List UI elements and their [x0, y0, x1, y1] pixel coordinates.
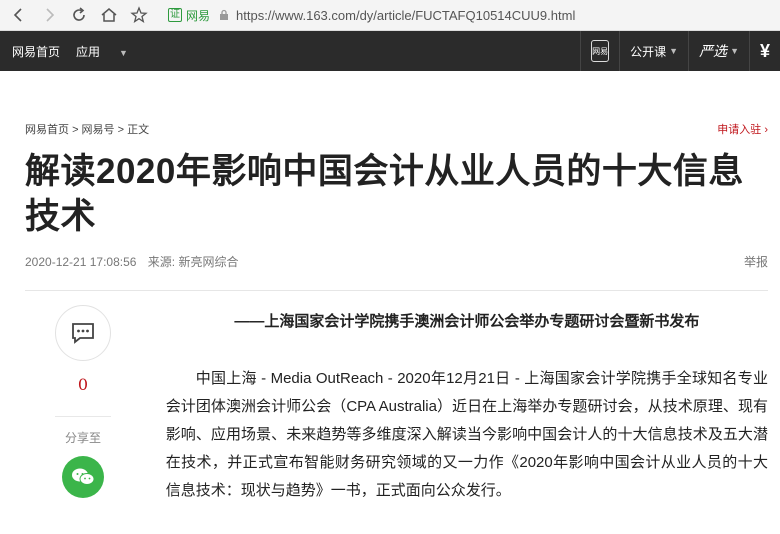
mobile-app-link[interactable]: 网易	[580, 31, 619, 71]
url-text[interactable]: https://www.163.com/dy/article/FUCTAFQ10…	[236, 8, 575, 23]
breadcrumb-row: 网易首页 > 网易号 > 正文 申请入驻 ›	[25, 121, 768, 137]
nav-apps-label: 应用	[76, 44, 101, 59]
phone-label: 网易	[592, 46, 609, 56]
comment-button[interactable]	[55, 305, 111, 361]
comment-icon	[72, 323, 94, 344]
home-button[interactable]	[94, 0, 124, 30]
phone-icon: 网易	[591, 40, 610, 62]
yanxuan-logo: 严选	[699, 44, 728, 60]
chevron-down-icon: ▼	[119, 47, 128, 58]
home-icon	[101, 8, 117, 22]
yanxuan-menu[interactable]: 严选 ▼	[688, 31, 749, 71]
chevron-down-icon: ▼	[669, 46, 679, 56]
publish-date: 2020-12-21 17:08:56	[25, 255, 137, 269]
address-bar[interactable]: 证 网易 https://www.163.com/dy/article/FUCT…	[168, 4, 575, 26]
article-content: ——上海国家会计学院携手澳洲会计师公会举办专题研讨会暨新书发布 中国上海 - M…	[166, 305, 768, 505]
breadcrumb-netease-hao[interactable]: 网易号	[82, 124, 115, 136]
wechat-icon	[72, 468, 95, 485]
open-course-label: 公开课	[630, 44, 667, 59]
article-sidebar: 0 分享至	[25, 305, 142, 505]
site-top-nav: 网易首页 应用 ▼ 网易 公开课 ▼ 严选 ▼ ¥	[0, 31, 780, 71]
breadcrumb-current: 正文	[127, 124, 150, 136]
browser-toolbar: 证 网易 https://www.163.com/dy/article/FUCT…	[0, 0, 780, 31]
breadcrumb-home[interactable]: 网易首页	[25, 124, 69, 136]
nav-home-link[interactable]: 网易首页	[12, 43, 60, 60]
article-source: 来源: 新亮网综合	[147, 255, 239, 269]
reload-button[interactable]	[64, 0, 94, 30]
lottery-link[interactable]: ¥	[748, 31, 780, 71]
report-link[interactable]: 举报	[744, 253, 768, 270]
apply-join-link[interactable]: 申请入驻 ›	[717, 121, 768, 137]
chevron-down-icon: ▼	[730, 46, 739, 56]
chevron-left-icon	[13, 8, 22, 22]
lock-icon	[220, 9, 229, 20]
site-identity[interactable]: 网易	[186, 7, 210, 24]
chevron-right-icon	[46, 8, 55, 22]
article-title: 解读2020年影响中国会计从业人员的十大信息技术	[25, 152, 744, 236]
article-body-wrap: 0 分享至 ——上海国家会计学院携手澳洲会计师公会举办专题研讨会暨新书发布 中国…	[25, 305, 768, 505]
sidebar-divider	[55, 416, 111, 417]
article-meta: 2020-12-21 17:08:56 来源: 新亮网综合 举报	[25, 253, 768, 291]
article-subtitle: ——上海国家会计学院携手澳洲会计师公会举办专题研讨会暨新书发布	[234, 313, 700, 330]
breadcrumb: 网易首页 > 网易号 > 正文	[25, 121, 149, 137]
breadcrumb-separator: >	[72, 124, 82, 136]
share-wechat-button[interactable]	[62, 456, 104, 498]
back-button[interactable]	[4, 0, 34, 30]
share-label: 分享至	[64, 431, 101, 445]
star-icon	[130, 6, 148, 23]
open-course-menu[interactable]: 公开课 ▼	[619, 31, 688, 71]
nav-apps-menu[interactable]: 应用 ▼	[76, 43, 144, 60]
breadcrumb-separator: >	[117, 124, 128, 136]
yen-icon: ¥	[759, 40, 770, 61]
reload-icon	[73, 7, 85, 21]
article-container: 网易首页 > 网易号 > 正文 申请入驻 › 解读2020年影响中国会计从业人员…	[0, 121, 780, 505]
certificate-icon[interactable]: 证	[168, 8, 182, 22]
comment-count[interactable]: 0	[55, 375, 111, 394]
article-paragraph: 中国上海 - Media OutReach - 2020年12月21日 - 上海…	[165, 370, 768, 499]
bookmark-button[interactable]	[124, 0, 154, 30]
forward-button[interactable]	[34, 0, 64, 30]
